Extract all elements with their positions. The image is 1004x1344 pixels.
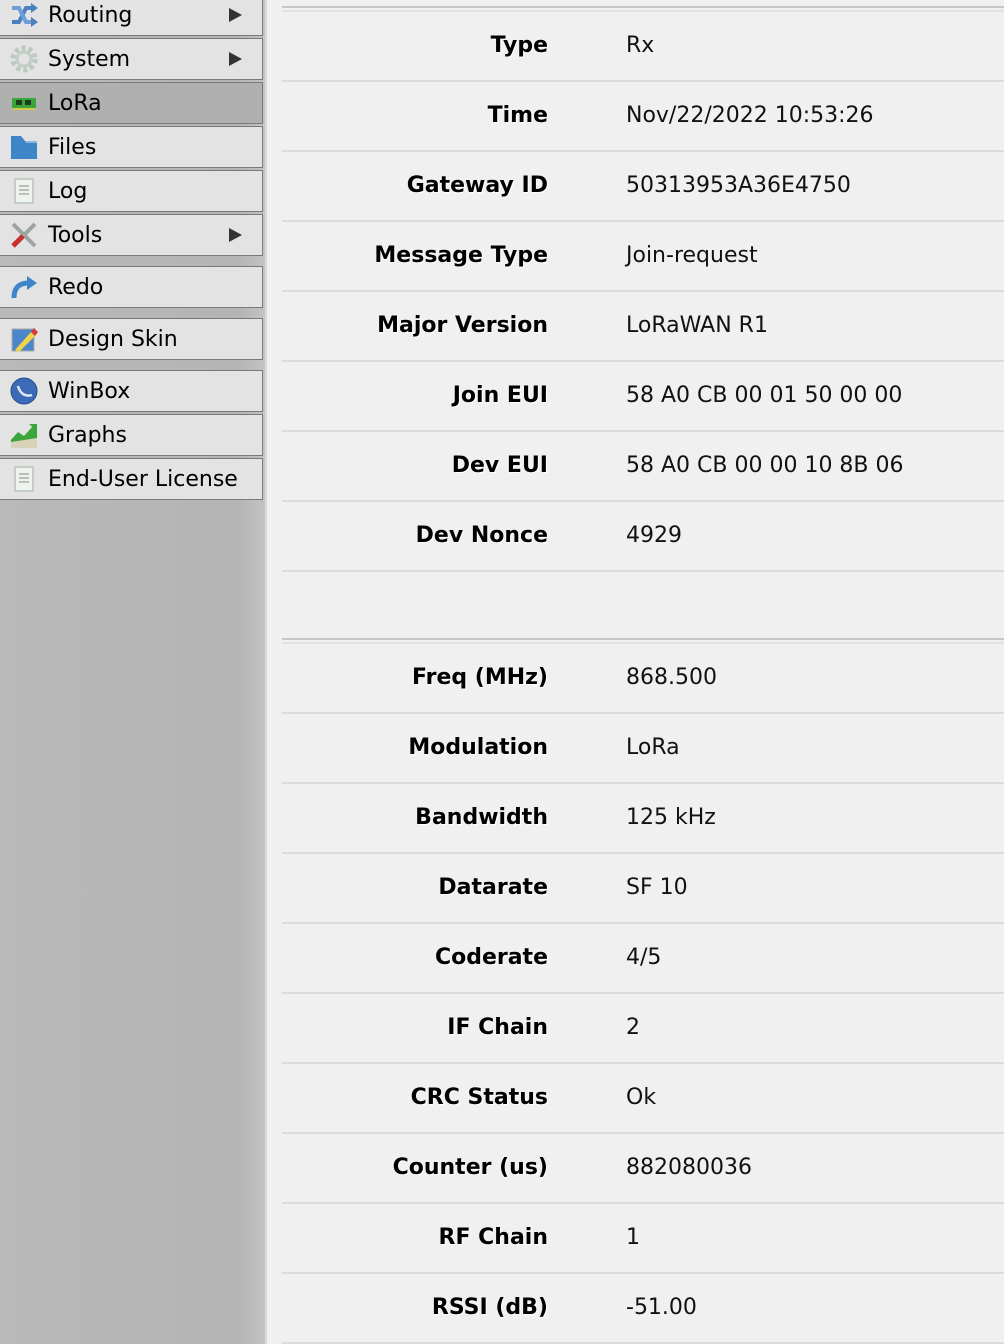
detail-value: 2 — [626, 1015, 640, 1040]
sidebar-item-system[interactable]: System — [0, 38, 263, 80]
detail-value: 868.500 — [626, 665, 717, 690]
detail-value: 50313953A36E4750 — [626, 173, 851, 198]
detail-value: 58 A0 CB 00 00 10 8B 06 — [626, 453, 904, 478]
sidebar-item-lora[interactable]: LoRa — [0, 82, 263, 124]
section-divider — [282, 6, 1004, 12]
lora-board-icon — [9, 88, 39, 118]
routing-icon — [9, 0, 39, 30]
detail-label: RSSI (dB) — [431, 1295, 548, 1320]
license-icon — [9, 464, 39, 494]
graphs-icon — [9, 420, 39, 450]
log-icon — [9, 176, 39, 206]
detail-row: Type Rx — [282, 12, 1004, 82]
detail-value: 1 — [626, 1225, 640, 1250]
design-skin-icon — [9, 324, 39, 354]
detail-row: Time Nov/22/2022 10:53:26 — [282, 82, 1004, 152]
detail-label: Datarate — [438, 875, 548, 900]
detail-label: Coderate — [434, 945, 548, 970]
sidebar-item-design-skin[interactable]: Design Skin — [0, 318, 263, 360]
detail-value: Nov/22/2022 10:53:26 — [626, 103, 874, 128]
detail-value: Ok — [626, 1085, 657, 1110]
detail-value: 882080036 — [626, 1155, 752, 1180]
detail-value: 125 kHz — [626, 805, 716, 830]
detail-label: RF Chain — [438, 1225, 548, 1250]
detail-label: Type — [490, 33, 548, 58]
detail-label: Dev Nonce — [415, 523, 548, 548]
message-details-panel: Type Rx Time Nov/22/2022 10:53:26 Gateway ID… — [282, 0, 1004, 1344]
detail-value: LoRa — [626, 735, 680, 760]
detail-label: Time — [487, 103, 548, 128]
detail-label: CRC Status — [410, 1085, 548, 1110]
detail-row: Modulation LoRa — [282, 714, 1004, 784]
detail-label: Join EUI — [452, 383, 548, 408]
submenu-arrow-icon — [229, 228, 242, 242]
submenu-arrow-icon — [229, 8, 242, 22]
detail-value: LoRaWAN R1 — [626, 313, 768, 338]
detail-row: Datarate SF 10 — [282, 854, 1004, 924]
detail-value: -51.00 — [626, 1295, 697, 1320]
detail-label: Gateway ID — [406, 173, 548, 198]
sidebar-item-end-user-license[interactable]: End-User License — [0, 458, 263, 500]
sidebar-item-log[interactable]: Log — [0, 170, 263, 212]
folder-icon — [9, 132, 39, 162]
detail-label: Modulation — [408, 735, 548, 760]
sidebar-item-graphs[interactable]: Graphs — [0, 414, 263, 456]
detail-label: Freq (MHz) — [411, 665, 548, 690]
detail-label: Message Type — [374, 243, 548, 268]
tools-icon — [9, 220, 39, 250]
detail-row: Freq (MHz) 868.500 — [282, 644, 1004, 714]
detail-row: Gateway ID 50313953A36E4750 — [282, 152, 1004, 222]
detail-row: RF Chain 1 — [282, 1204, 1004, 1274]
sidebar-item-files[interactable]: Files — [0, 126, 263, 168]
detail-row: Dev EUI 58 A0 CB 00 00 10 8B 06 — [282, 432, 1004, 502]
detail-row: Coderate 4/5 — [282, 924, 1004, 994]
detail-row: IF Chain 2 — [282, 994, 1004, 1064]
sidebar-item-tools[interactable]: Tools — [0, 214, 263, 256]
winbox-icon — [9, 376, 39, 406]
detail-label: IF Chain — [447, 1015, 548, 1040]
sidebar-item-routing[interactable]: Routing — [0, 0, 263, 36]
detail-label: Counter (us) — [392, 1155, 548, 1180]
detail-row: Bandwidth 125 kHz — [282, 784, 1004, 854]
submenu-arrow-icon — [229, 52, 242, 66]
detail-row: Message Type Join-request — [282, 222, 1004, 292]
detail-value: 4/5 — [626, 945, 662, 970]
detail-label: Dev EUI — [451, 453, 548, 478]
detail-label: Major Version — [377, 313, 548, 338]
detail-row: RSSI (dB) -51.00 — [282, 1274, 1004, 1344]
detail-value: 58 A0 CB 00 01 50 00 00 — [626, 383, 903, 408]
detail-row: Counter (us) 882080036 — [282, 1134, 1004, 1204]
section-divider — [282, 638, 1004, 644]
gear-icon — [9, 44, 39, 74]
detail-value: SF 10 — [626, 875, 688, 900]
sidebar-menu: Routing System LoRa Files Log Tools Redo… — [0, 0, 267, 1344]
detail-row: CRC Status Ok — [282, 1064, 1004, 1134]
detail-value: Rx — [626, 33, 655, 58]
detail-value: Join-request — [626, 243, 758, 268]
sidebar-item-winbox[interactable]: WinBox — [0, 370, 263, 412]
redo-icon — [9, 272, 39, 302]
sidebar-item-redo[interactable]: Redo — [0, 266, 263, 308]
detail-row: Join EUI 58 A0 CB 00 01 50 00 00 — [282, 362, 1004, 432]
detail-row: Major Version LoRaWAN R1 — [282, 292, 1004, 362]
detail-label: Bandwidth — [415, 805, 548, 830]
detail-row: Dev Nonce 4929 — [282, 502, 1004, 572]
detail-value: 4929 — [626, 523, 682, 548]
